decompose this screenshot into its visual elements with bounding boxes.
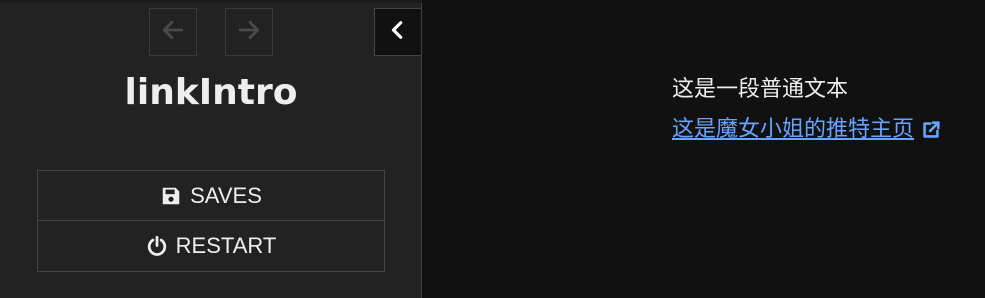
story-menu: SAVES RESTART	[37, 170, 385, 272]
saves-button[interactable]: SAVES	[37, 170, 385, 221]
arrow-left-icon	[160, 17, 186, 47]
external-link-icon	[920, 119, 942, 141]
power-icon	[146, 235, 168, 257]
chevron-left-icon	[387, 19, 409, 45]
history-forward-button[interactable]	[225, 8, 273, 56]
story-title: linkIntro	[124, 72, 298, 113]
arrow-right-icon	[236, 17, 262, 47]
ui-bar-toggle-button[interactable]	[374, 8, 422, 56]
restart-label: RESTART	[175, 233, 277, 258]
floppy-disk-icon	[160, 185, 182, 207]
history-backward-button[interactable]	[149, 8, 197, 56]
saves-label: SAVES	[190, 182, 262, 208]
external-link-text: 这是魔女小姐的推特主页	[672, 117, 915, 142]
passage-link-line: 这是魔女小姐的推特主页	[672, 110, 942, 150]
external-link[interactable]: 这是魔女小姐的推特主页	[672, 110, 942, 150]
passage-plain-text: 这是一段普通文本	[672, 77, 849, 102]
app-window: linkIntro SAVES RESTART 这是一段普通文本 这是魔女小姐的…	[0, 0, 985, 298]
passage: 这是一段普通文本 这是魔女小姐的推特主页	[672, 70, 942, 150]
restart-button[interactable]: RESTART	[37, 221, 385, 272]
ui-bar: linkIntro SAVES RESTART	[0, 0, 422, 298]
